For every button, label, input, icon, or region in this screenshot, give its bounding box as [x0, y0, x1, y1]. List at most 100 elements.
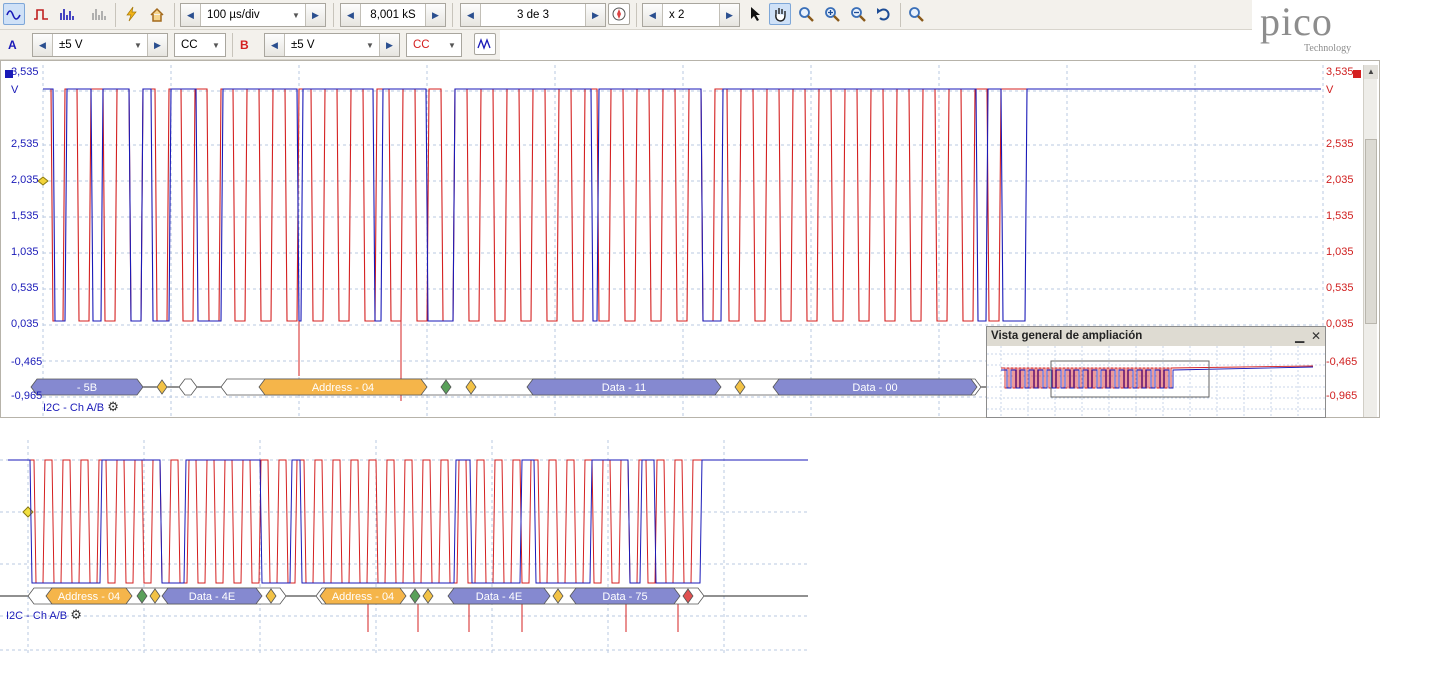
persistence-mode-icon[interactable] — [30, 3, 52, 25]
channel-a-button[interactable]: A — [8, 38, 17, 52]
zoom-factor-increase-button[interactable]: ▶ — [719, 4, 739, 26]
secondary-waveform-plot[interactable]: Address - 04 Data - 4E Address - 04 Data - … — [0, 420, 810, 656]
range-decrease-button[interactable]: ◀ — [265, 34, 285, 56]
right-axis-tick: -0,465 — [1326, 356, 1358, 368]
zoom-icon[interactable] — [795, 3, 817, 25]
channel-b-coupling: CC — [413, 39, 430, 51]
vertical-scrollbar[interactable]: ▲ — [1363, 65, 1378, 417]
samples-selector[interactable]: ◀ 8,001 kS ▶ — [340, 3, 446, 27]
mini-channel-b-trace — [1001, 365, 1314, 389]
chevron-down-icon[interactable]: ▼ — [443, 41, 461, 50]
zoom-overview-window[interactable]: Vista general de ampliación ▁ ✕ — [986, 326, 1326, 418]
trigger-lightning-icon[interactable] — [120, 3, 142, 25]
samples-value: 8,001 kS — [370, 9, 416, 21]
left-axis-tick: 1,035 — [11, 246, 39, 258]
decode-packet-label: - 5B — [77, 382, 97, 394]
right-axis-tick: V — [1326, 84, 1334, 96]
channel-a-range: ±5 V — [59, 39, 83, 51]
decode-packet-label: Data - 11 — [602, 382, 646, 394]
right-axis-tick: 1,035 — [1326, 246, 1354, 258]
zoom-out-icon[interactable] — [847, 3, 869, 25]
right-axis-tick: 2,535 — [1326, 138, 1354, 150]
spectrum-mode-icon[interactable] — [56, 3, 78, 25]
zoom-100-icon[interactable] — [905, 3, 927, 25]
samples-decrease-button[interactable]: ◀ — [341, 4, 361, 26]
close-icon[interactable]: ✕ — [1311, 329, 1321, 343]
timebase-decrease-button[interactable]: ◀ — [181, 4, 201, 26]
right-axis-tick: -0,965 — [1326, 390, 1358, 402]
right-axis-tick: 3,535 — [1326, 66, 1354, 78]
decode-packet-label: Address - 04 — [58, 591, 120, 603]
scope-mode-icon[interactable] — [3, 3, 25, 25]
range-decrease-button[interactable]: ◀ — [33, 34, 53, 56]
channel-b-trace — [8, 459, 808, 584]
timebase-value: 100 µs/div — [207, 9, 260, 21]
left-axis-tick: 2,535 — [11, 138, 39, 150]
compass-icon[interactable] — [608, 3, 630, 25]
channel-b-button[interactable]: B — [240, 38, 249, 52]
scroll-thumb[interactable] — [1365, 139, 1377, 324]
left-axis-tick: 1,535 — [11, 210, 39, 222]
main-toolbar: ◀ 100 µs/div ▼ ▶ ◀ 8,001 kS ▶ ◀ 3 de 3 ▶… — [0, 0, 1380, 30]
channel-b-marker — [1353, 70, 1361, 78]
zoom-overview-titlebar[interactable]: Vista general de ampliación ▁ ✕ — [987, 327, 1325, 346]
previous-capture-button[interactable]: ◀ — [461, 4, 481, 26]
left-axis-tick: 2,035 — [11, 174, 39, 186]
channel-b-range-selector[interactable]: ◀ ±5 V ▼ ▶ — [264, 33, 400, 57]
decode-bus-name: I2C - Ch A/B — [43, 402, 105, 414]
chevron-down-icon[interactable]: ▼ — [207, 41, 225, 50]
next-capture-button[interactable]: ▶ — [585, 4, 605, 26]
right-axis-tick: 2,035 — [1326, 174, 1354, 186]
gear-icon[interactable]: ⚙ — [70, 607, 82, 622]
decode-packet-label: Data - 75 — [602, 591, 647, 603]
undo-zoom-icon[interactable] — [873, 3, 895, 25]
decode-bus-label: I2C - Ch A/B ⚙ — [43, 399, 119, 415]
left-axis-tick: V — [11, 84, 19, 96]
minimize-icon[interactable]: ▁ — [1295, 329, 1304, 343]
samples-increase-button[interactable]: ▶ — [425, 4, 445, 26]
timebase-selector[interactable]: ◀ 100 µs/div ▼ ▶ — [180, 3, 326, 27]
channel-a-range-selector[interactable]: ◀ ±5 V ▼ ▶ — [32, 33, 168, 57]
math-channels-icon[interactable] — [474, 33, 496, 55]
range-increase-button[interactable]: ▶ — [379, 34, 399, 56]
chevron-down-icon[interactable]: ▼ — [361, 41, 379, 50]
logo-word: pico — [1260, 0, 1333, 44]
zoom-factor-value: x 2 — [669, 9, 685, 21]
decode-packet-label: Data - 4E — [476, 591, 522, 603]
decode-packet-label: Address - 04 — [332, 591, 394, 603]
channel-a-coupling-select[interactable]: CC ▼ — [174, 33, 226, 57]
left-axis-tick: -0,465 — [11, 356, 43, 368]
trigger-marker — [22, 506, 34, 518]
persistence-spectrum-icon[interactable] — [88, 3, 110, 25]
channel-a-trace — [8, 459, 808, 584]
zoom-in-icon[interactable] — [821, 3, 843, 25]
capture-value: 3 de 3 — [517, 9, 549, 21]
gear-icon[interactable]: ⚙ — [107, 399, 119, 414]
left-axis-tick: -0,965 — [11, 390, 43, 402]
pointer-icon[interactable] — [744, 3, 766, 25]
left-axis-tick: 0,535 — [11, 282, 39, 294]
left-axis-tick: 3,535 — [11, 66, 39, 78]
pico-logo: pico Technology — [1252, 0, 1380, 58]
chevron-down-icon[interactable]: ▼ — [287, 11, 305, 20]
timebase-increase-button[interactable]: ▶ — [305, 4, 325, 26]
scroll-up-button[interactable]: ▲ — [1364, 65, 1378, 79]
zoom-factor-selector[interactable]: ◀ x 2 ▶ — [642, 3, 740, 27]
secondary-decode-bus-name: I2C - Ch A/B — [6, 610, 68, 622]
capture-navigator[interactable]: ◀ 3 de 3 ▶ — [460, 3, 606, 27]
idle-segment — [178, 378, 198, 396]
channel-toolbar: A ◀ ±5 V ▼ ▶ CC ▼ B ◀ ±5 V ▼ ▶ CC ▼ — [0, 30, 500, 60]
right-axis-tick: 0,035 — [1326, 318, 1354, 330]
chevron-down-icon[interactable]: ▼ — [129, 41, 147, 50]
zoom-factor-decrease-button[interactable]: ◀ — [643, 4, 663, 26]
channel-b-trace — [43, 88, 1321, 322]
home-icon[interactable] — [146, 3, 168, 25]
range-increase-button[interactable]: ▶ — [147, 34, 167, 56]
channel-b-range: ±5 V — [291, 39, 315, 51]
channel-a-coupling: CC — [181, 39, 198, 51]
hand-icon[interactable] — [769, 3, 791, 25]
trigger-marker — [37, 176, 49, 186]
zoom-overview-plot[interactable] — [987, 346, 1325, 416]
channel-b-coupling-select[interactable]: CC ▼ — [406, 33, 462, 57]
secondary-decode-bus-label: I2C - Ch A/B ⚙ — [6, 607, 82, 623]
